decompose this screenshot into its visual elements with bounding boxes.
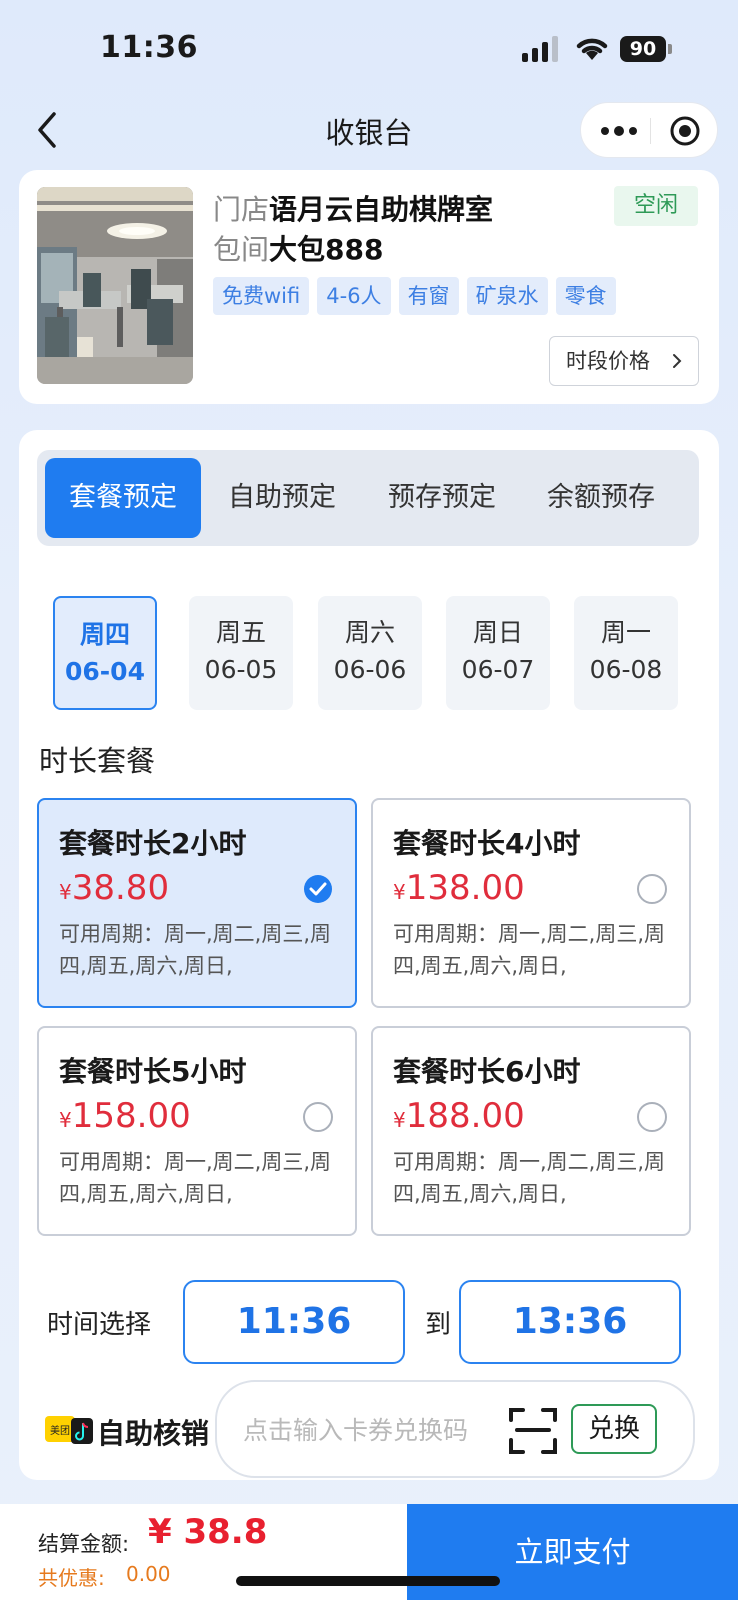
date-value: 06-04 [65, 657, 145, 686]
redeem-button[interactable]: 兑换 [571, 1404, 657, 1454]
package-available-days: 可用周期：周一,周二,周三,周四,周五,周六,周日, [393, 922, 666, 978]
package-name: 套餐时长2小时 [59, 827, 247, 860]
home-indicator [236, 1576, 500, 1586]
discount-amount: 0.00 [126, 1562, 171, 1586]
package-price-value: 188.00 [405, 1096, 525, 1136]
status-badge: 空闲 [614, 186, 698, 226]
room-prefix: 包间 [213, 233, 270, 266]
date-option[interactable]: 周五 06-05 [189, 596, 293, 710]
close-miniprogram-icon[interactable] [669, 115, 701, 147]
room-tag: 有窗 [398, 277, 459, 315]
store-name-line: 门店语月云自助棋牌室 [213, 188, 493, 228]
status-time: 11:36 [100, 30, 198, 65]
unchecked-radio-icon[interactable] [303, 1102, 333, 1132]
currency-symbol: ¥ [393, 880, 406, 904]
package-available-days: 可用周期：周一,周二,周三,周四,周五,周六,周日, [393, 1150, 666, 1206]
store-name: 语月云自助棋牌室 [269, 193, 494, 226]
date-value: 06-08 [589, 655, 663, 684]
package-name: 套餐时长5小时 [59, 1055, 247, 1088]
tab-package-booking[interactable]: 套餐预定 [45, 458, 201, 538]
status-bar: 11:36 90 [0, 0, 738, 100]
package-card[interactable]: 套餐时长4小时 ¥138.00 可用周期：周一,周二,周三,周四,周五,周六,周… [371, 798, 691, 1008]
currency-symbol: ¥ [59, 1108, 72, 1132]
package-card[interactable]: 套餐时长5小时 ¥158.00 可用周期：周一,周二,周三,周四,周五,周六,周… [37, 1026, 357, 1236]
store-card: 门店语月云自助棋牌室 包间大包888 空闲 免费wifi 4-6人 有窗 矿泉水… [19, 170, 719, 404]
package-price-value: 158.00 [71, 1096, 191, 1136]
time-selection: 时间选择 11:36 到 13:36 [19, 1280, 719, 1364]
date-option[interactable]: 周一 06-08 [574, 596, 678, 710]
total-amount: ¥ 38.8 [148, 1512, 268, 1552]
time-price-label: 时段价格 [566, 349, 650, 373]
battery-icon: 90 [620, 36, 672, 62]
package-name: 套餐时长6小时 [393, 1055, 581, 1088]
package-price-value: 138.00 [405, 868, 525, 908]
tab-prepaid-booking[interactable]: 预存预定 [364, 458, 520, 538]
nav-bar: 收银台 [0, 100, 738, 160]
logo-text: 美团 [50, 1424, 70, 1437]
room-tag: 零食 [555, 277, 616, 315]
booking-tabs: 套餐预定 自助预定 预存预定 余额预存 [37, 450, 699, 546]
date-option[interactable]: 周六 06-06 [318, 596, 422, 710]
store-prefix: 门店 [213, 193, 270, 226]
currency-symbol: ¥ [393, 1108, 406, 1132]
date-value: 06-06 [333, 655, 407, 684]
coupon-input-box: 兑换 [215, 1380, 695, 1478]
unchecked-radio-icon[interactable] [637, 874, 667, 904]
room-tag: 免费wifi [213, 277, 310, 315]
package-available-days: 可用周期：周一,周二,周三,周四,周五,周六,周日, [59, 922, 332, 978]
coupon-code-input[interactable] [243, 1408, 493, 1452]
date-selector: 周四 06-04 周五 06-05 周六 06-06 周日 06-07 周一 0… [53, 596, 693, 712]
package-name: 套餐时长4小时 [393, 827, 581, 860]
checked-radio-icon[interactable] [303, 874, 333, 904]
room-name: 大包888 [269, 233, 384, 266]
date-weekday: 周四 [79, 620, 130, 649]
time-selection-label: 时间选择 [47, 1310, 152, 1340]
battery-level: 90 [620, 36, 666, 62]
cellular-signal-icon [522, 36, 560, 62]
time-separator: 到 [425, 1310, 452, 1340]
room-name-line: 包间大包888 [213, 228, 383, 268]
discount-label: 共优惠: [38, 1566, 105, 1590]
room-tag: 4-6人 [317, 277, 391, 315]
start-time-picker[interactable]: 11:36 [183, 1280, 405, 1364]
room-tag: 矿泉水 [466, 277, 548, 315]
date-value: 06-05 [204, 655, 278, 684]
room-tags: 免费wifi 4-6人 有窗 矿泉水 零食 [213, 277, 616, 315]
package-price: ¥38.80 [59, 868, 169, 908]
packages-title: 时长套餐 [39, 744, 156, 778]
package-card[interactable]: 套餐时长6小时 ¥188.00 可用周期：周一,周二,周三,周四,周五,周六,周… [371, 1026, 691, 1236]
time-price-button[interactable]: 时段价格 [549, 336, 699, 386]
booking-card: 套餐预定 自助预定 预存预定 余额预存 周四 06-04 周五 06-05 周六… [19, 430, 719, 1480]
package-price: ¥158.00 [59, 1096, 191, 1136]
meituan-douyin-logo-icon: 美团 [45, 1416, 93, 1444]
total-label: 结算金额: [38, 1532, 130, 1556]
package-price: ¥138.00 [393, 868, 525, 908]
tab-self-booking[interactable]: 自助预定 [204, 458, 360, 538]
tab-balance-deposit[interactable]: 余额预存 [523, 458, 679, 538]
more-icon[interactable] [599, 121, 639, 141]
package-available-days: 可用周期：周一,周二,周三,周四,周五,周六,周日, [59, 1150, 332, 1206]
miniprogram-capsule [580, 102, 718, 158]
scan-icon[interactable] [507, 1404, 559, 1456]
date-weekday: 周一 [600, 618, 651, 647]
currency-symbol: ¥ [59, 880, 72, 904]
coupon-redeem-row: 美团 自助核销 兑换 [19, 1380, 719, 1480]
date-weekday: 周五 [215, 618, 266, 647]
self-redeem-label: 自助核销 [97, 1417, 210, 1450]
date-option[interactable]: 周四 06-04 [53, 596, 157, 710]
date-weekday: 周六 [344, 618, 395, 647]
date-weekday: 周日 [472, 618, 523, 647]
date-option[interactable]: 周日 06-07 [446, 596, 550, 710]
end-time-picker[interactable]: 13:36 [459, 1280, 681, 1364]
package-card[interactable]: 套餐时长2小时 ¥38.80 可用周期：周一,周二,周三,周四,周五,周六,周日… [37, 798, 357, 1008]
chevron-right-icon [673, 354, 682, 368]
package-price: ¥188.00 [393, 1096, 525, 1136]
package-price-value: 38.80 [71, 868, 170, 908]
room-photo [37, 187, 193, 384]
wifi-icon [576, 38, 608, 60]
date-value: 06-07 [461, 655, 535, 684]
unchecked-radio-icon[interactable] [637, 1102, 667, 1132]
